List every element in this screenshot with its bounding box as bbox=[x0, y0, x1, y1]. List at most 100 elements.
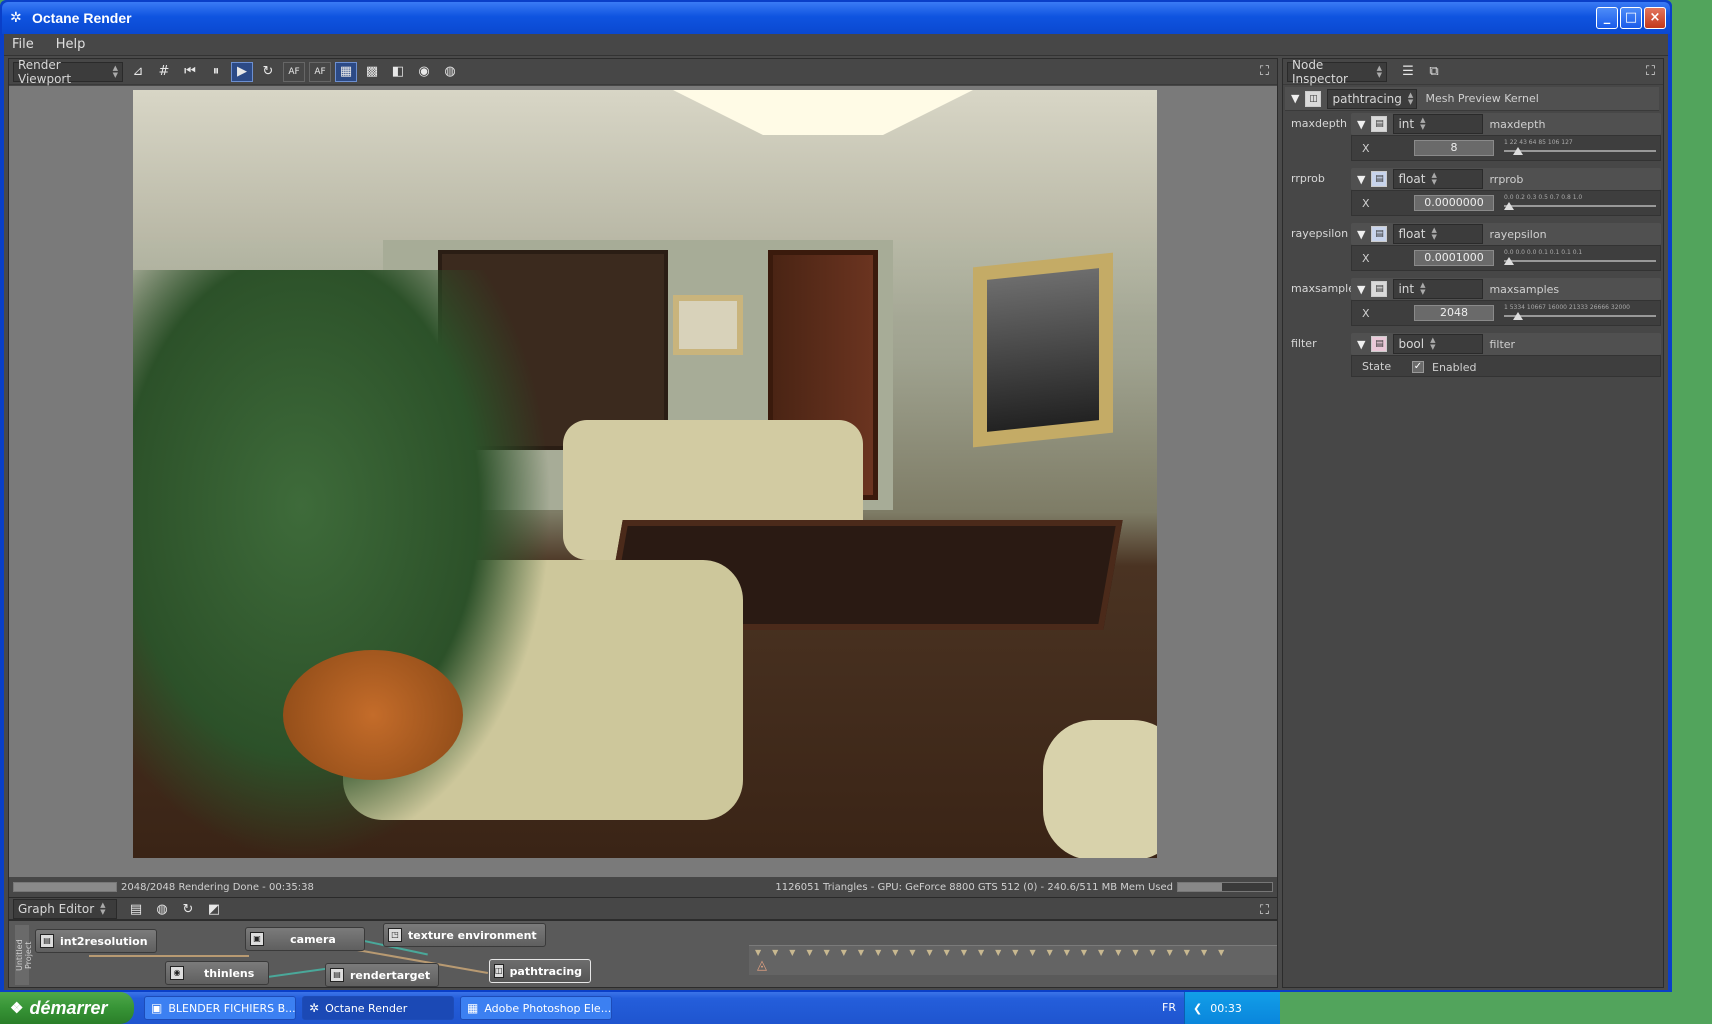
new-node-icon[interactable]: ▤ bbox=[125, 899, 147, 919]
language-indicator[interactable]: FR bbox=[1162, 1001, 1176, 1014]
slider-scale: 0.0 0.0 0.0 0.1 0.1 0.1 0.1 bbox=[1504, 249, 1583, 256]
param-value-field[interactable]: 0.0001000 bbox=[1414, 250, 1494, 266]
param-name: filter bbox=[1489, 337, 1516, 351]
param-type-selector[interactable]: float ▲ ▼ bbox=[1393, 169, 1484, 189]
grid-icon[interactable]: # bbox=[153, 62, 175, 82]
render-status-text: 2048/2048 Rendering Done - 00:35:38 bbox=[121, 881, 314, 893]
node-timeline[interactable]: ▼▼▼▼▼▼▼▼▼▼▼▼▼▼▼▼▼▼▼▼▼▼▼▼▼▼▼▼ ◬ bbox=[749, 945, 1277, 975]
parameter-list: maxdepth ▼ ▤ int ▲ ▼ maxdepth X 8 1 22 43 64 85 1… bbox=[1283, 111, 1663, 331]
graph-editor-toolbar: Graph Editor ▲ ▼ ▤ ◍ ↻ ◩ ⛶ bbox=[9, 897, 1277, 921]
node-pathtracing[interactable]: ◫ pathtracing bbox=[489, 959, 591, 983]
pause-icon[interactable]: ⏸ bbox=[205, 62, 227, 82]
clock[interactable]: 00:33 bbox=[1210, 1002, 1242, 1015]
autofocus-icon[interactable]: AF bbox=[283, 61, 305, 82]
collapse-triangle-icon[interactable]: ▼ bbox=[1357, 228, 1365, 241]
param-type-selector[interactable]: int ▲ ▼ bbox=[1393, 279, 1484, 299]
render-progress-fill bbox=[14, 883, 116, 891]
menu-file[interactable]: File bbox=[12, 37, 34, 52]
node-thinlens[interactable]: ◉ thinlens bbox=[165, 961, 269, 985]
window-title: Octane Render bbox=[32, 10, 132, 26]
task-photoshop[interactable]: ▦ Adobe Photoshop Ele... bbox=[460, 996, 612, 1020]
node-label: texture environment bbox=[408, 928, 537, 942]
inspector-selector[interactable]: Node Inspector ▲ ▼ bbox=[1287, 58, 1387, 86]
slider-thumb[interactable] bbox=[1512, 312, 1523, 320]
collapse-triangle-icon[interactable]: ▼ bbox=[1291, 92, 1299, 105]
menu-help[interactable]: Help bbox=[56, 37, 86, 52]
combo-arrows-icon: ▲ ▼ bbox=[112, 63, 118, 79]
graph-editor-selector[interactable]: Graph Editor ▲ ▼ bbox=[13, 899, 117, 919]
kernel-icon: ◫ bbox=[1305, 90, 1322, 107]
param-type-selector[interactable]: bool ▲ ▼ bbox=[1393, 334, 1484, 354]
render-image[interactable] bbox=[133, 90, 1157, 858]
enabled-checkbox[interactable]: ✓ bbox=[1412, 361, 1424, 373]
minimize-button[interactable]: _ bbox=[1596, 7, 1618, 29]
region-icon[interactable]: ▦ bbox=[335, 61, 357, 82]
param-value-field[interactable]: 8 bbox=[1414, 140, 1494, 156]
timeline-node-icon[interactable]: ◬ bbox=[757, 958, 767, 973]
project-side-tab[interactable]: Untitled Project bbox=[15, 925, 33, 985]
param-slider[interactable]: 1 22 43 64 85 106 127 bbox=[1504, 139, 1656, 157]
param-maxdepth: maxdepth ▼ ▤ int ▲ ▼ maxdepth X 8 1 22 43 64 85 1… bbox=[1285, 111, 1663, 166]
viewport-selector[interactable]: Render Viewport ▲ ▼ bbox=[13, 58, 123, 86]
inspector-copy-icon[interactable]: ⧉ bbox=[1423, 62, 1445, 82]
close-button[interactable]: × bbox=[1644, 7, 1666, 29]
param-name: rrprob bbox=[1489, 172, 1524, 186]
slider-thumb[interactable] bbox=[1504, 202, 1514, 210]
node-label: pathtracing bbox=[509, 964, 583, 978]
collapse-triangle-icon[interactable]: ▼ bbox=[1357, 118, 1365, 131]
autofocus-cursor-icon[interactable]: AF bbox=[309, 61, 331, 82]
node-refresh-icon[interactable]: ↻ bbox=[177, 899, 199, 919]
render-status-bar: 2048/2048 Rendering Done - 00:35:38 1126… bbox=[9, 879, 1277, 895]
task-blender-fichiers[interactable]: ▣ BLENDER FICHIERS B... bbox=[144, 996, 296, 1020]
play-icon[interactable]: ▶ bbox=[231, 61, 253, 82]
maximize-button[interactable]: □ bbox=[1620, 7, 1642, 29]
maximize-graph-icon[interactable]: ⛶ bbox=[1260, 903, 1269, 918]
render-progress-bar bbox=[13, 882, 117, 892]
skip-back-icon[interactable]: ⏮ bbox=[179, 62, 201, 82]
node-rendertarget[interactable]: ▤ rendertarget bbox=[325, 963, 440, 987]
compare-icon[interactable]: ◧ bbox=[387, 62, 409, 82]
slider-thumb[interactable] bbox=[1512, 147, 1523, 155]
param-type-label: float bbox=[1398, 172, 1426, 186]
param-value-field[interactable]: 2048 bbox=[1414, 305, 1494, 321]
maximize-inspector-icon[interactable]: ⛶ bbox=[1646, 64, 1655, 79]
int-type-icon: ▤ bbox=[1371, 281, 1388, 297]
param-slider[interactable]: 0.0 0.0 0.0 0.1 0.1 0.1 0.1 bbox=[1504, 249, 1656, 267]
axis-label: X bbox=[1362, 307, 1370, 320]
inspector-selector-label: Node Inspector bbox=[1292, 57, 1348, 86]
param-type-selector[interactable]: int ▲ ▼ bbox=[1393, 114, 1484, 134]
node-camera[interactable]: ▣ camera bbox=[245, 927, 365, 951]
collapse-triangle-icon[interactable]: ▼ bbox=[1357, 173, 1365, 186]
world-lock-icon[interactable]: ◍ bbox=[439, 62, 461, 82]
param-body: X 0.0000000 0.0 0.2 0.3 0.5 0.7 0.8 1.0 bbox=[1351, 190, 1661, 216]
node-group-icon[interactable]: ◍ bbox=[151, 899, 173, 919]
node-int2resolution[interactable]: ▤ int2resolution bbox=[35, 929, 157, 953]
param-type-selector[interactable]: float ▲ ▼ bbox=[1393, 224, 1484, 244]
node-texture-environment[interactable]: ◳ texture environment bbox=[383, 923, 546, 947]
param-slider[interactable]: 0.0 0.2 0.3 0.5 0.7 0.8 1.0 bbox=[1504, 194, 1656, 212]
refresh-icon[interactable]: ↻ bbox=[257, 62, 279, 82]
maximize-viewport-icon[interactable]: ⛶ bbox=[1260, 64, 1269, 79]
param-value-field[interactable]: 0.0000000 bbox=[1414, 195, 1494, 211]
render-area[interactable] bbox=[9, 86, 1277, 877]
kernel-type-selector[interactable]: pathtracing ▲ ▼ bbox=[1327, 88, 1418, 109]
inspector-pin-icon[interactable]: ☰ bbox=[1397, 62, 1419, 82]
param-label: rayepsilon bbox=[1291, 227, 1349, 240]
node-link-icon[interactable]: ◩ bbox=[203, 899, 225, 919]
collapse-triangle-icon[interactable]: ▼ bbox=[1357, 283, 1365, 296]
checker-icon[interactable]: ▩ bbox=[361, 62, 383, 82]
param-rayepsilon: rayepsilon ▼ ▤ float ▲ ▼ rayepsilon X 0.0001000 0… bbox=[1285, 221, 1663, 276]
start-button[interactable]: ❖ démarrer bbox=[0, 992, 134, 1024]
task-octane-render[interactable]: ✲ Octane Render bbox=[302, 996, 454, 1020]
world-icon[interactable]: ◉ bbox=[413, 62, 435, 82]
ruler-icon[interactable]: ⊿ bbox=[127, 62, 149, 82]
axis-label: X bbox=[1362, 197, 1370, 210]
param-filter: filter ▼ ▤ bool ▲ ▼ filter State ✓ Enable… bbox=[1285, 331, 1663, 386]
slider-thumb[interactable] bbox=[1504, 257, 1514, 265]
title-bar[interactable]: ✲ Octane Render _ □ × bbox=[2, 2, 1670, 34]
tray-expand-icon[interactable]: ❮ bbox=[1193, 1002, 1202, 1015]
timeline-ticks: ▼▼▼▼▼▼▼▼▼▼▼▼▼▼▼▼▼▼▼▼▼▼▼▼▼▼▼▼ bbox=[755, 948, 1236, 956]
collapse-triangle-icon[interactable]: ▼ bbox=[1357, 338, 1365, 351]
graph-canvas[interactable]: Untitled Project ▤ int2resolution ▣ came… bbox=[8, 920, 1278, 988]
param-slider[interactable]: 1 5334 10667 16000 21333 26666 32000 bbox=[1504, 304, 1656, 322]
